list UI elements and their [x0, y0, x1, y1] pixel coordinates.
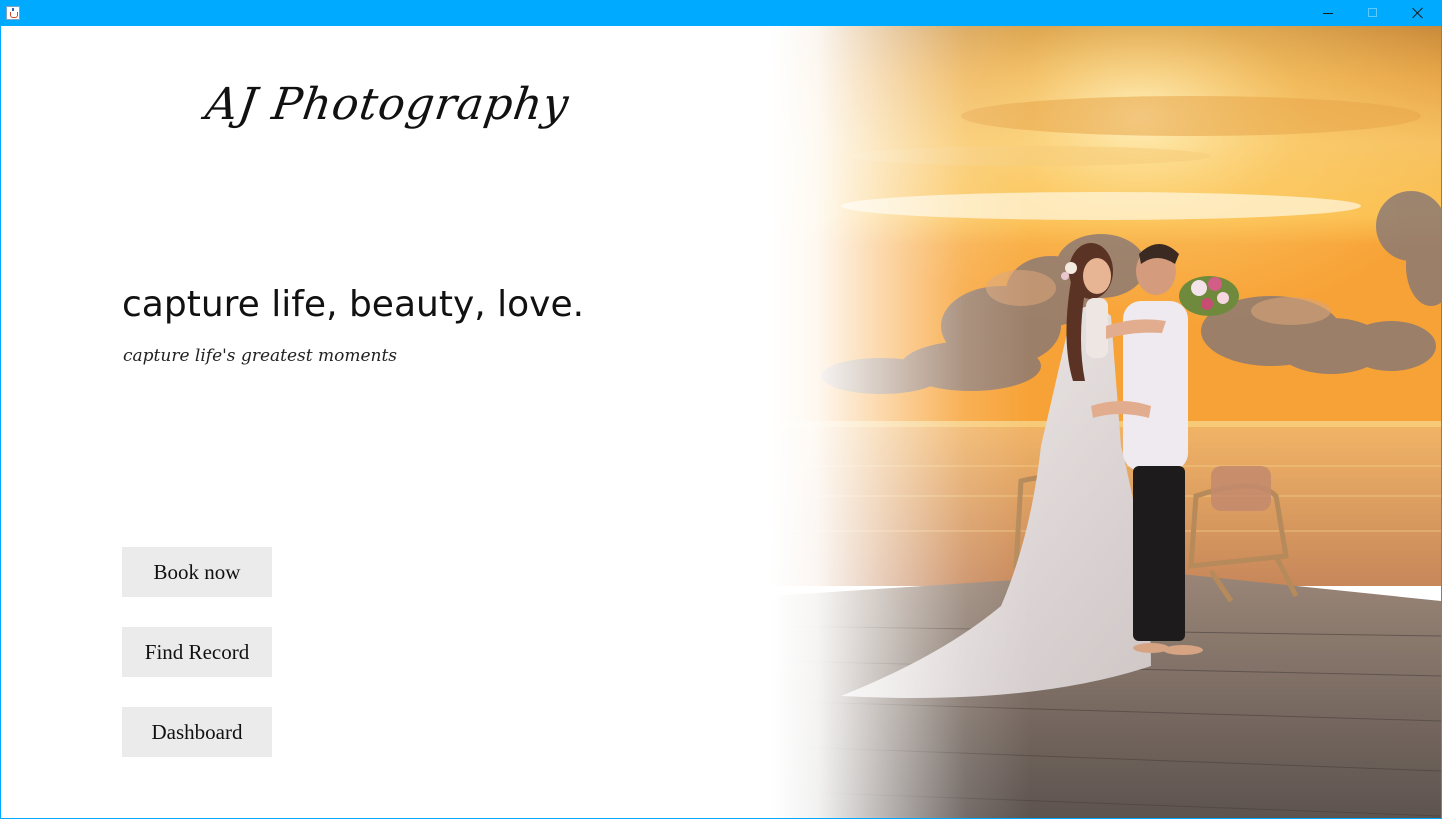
title-bar[interactable]	[1, 1, 1441, 26]
dashboard-button[interactable]: Dashboard	[122, 707, 272, 757]
hero-tagline: capture life's greatest moments	[123, 346, 398, 366]
close-button[interactable]	[1395, 1, 1441, 26]
main-panel: AJ Photography capture life, beauty, lov…	[1, 26, 1441, 818]
maximize-button[interactable]	[1350, 1, 1396, 26]
brand-logo: AJ Photography	[202, 79, 573, 130]
find-record-button[interactable]: Find Record	[122, 627, 272, 677]
close-icon	[1412, 7, 1424, 19]
minimize-button[interactable]	[1305, 1, 1351, 26]
hero-photo	[771, 26, 1441, 818]
java-cup-icon[interactable]	[6, 6, 20, 20]
maximize-icon	[1368, 8, 1377, 17]
book-now-button[interactable]: Book now	[122, 547, 272, 597]
minimize-icon	[1323, 13, 1333, 14]
hero-fade-overlay	[771, 26, 1031, 818]
hero-headline: capture life, beauty, love.	[122, 284, 585, 325]
app-window: AJ Photography capture life, beauty, lov…	[0, 0, 1442, 819]
